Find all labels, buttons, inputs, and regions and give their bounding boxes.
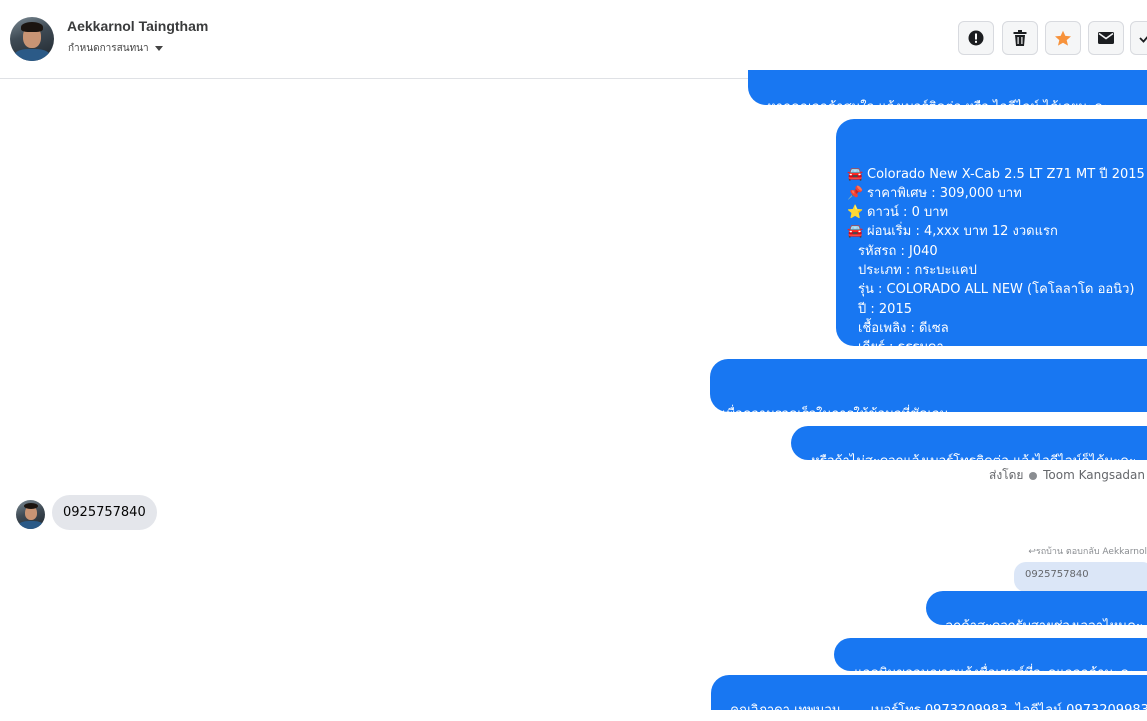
emoji-icon: ⭐ (847, 205, 864, 221)
car-detail-text: เชื้อเพลิง : ดีเซล (858, 320, 949, 336)
incoming-avatar[interactable] (16, 500, 45, 529)
car-detail-text: ผ่อนเริ่ม : 4,xxx บาท 12 งวดแรก (867, 224, 1058, 240)
car-detail-text: รุ่น : COLORADO ALL NEW (โคโลลาโด ออนิว) (858, 282, 1135, 298)
check-icon (1139, 33, 1147, 43)
sender-check-icon (1029, 471, 1038, 480)
contact-avatar[interactable] (10, 17, 54, 61)
emoji-icon: 🚘 (847, 166, 864, 182)
mail-button[interactable] (1088, 21, 1124, 55)
conversation-status-dropdown[interactable]: กำหนดการสนทนา (68, 41, 163, 56)
star-icon (1054, 30, 1072, 47)
car-detail-line: ประเภท : กระบะแคป (847, 261, 1147, 280)
message-text: 0925757840 (63, 505, 146, 520)
sent-by-prefix: ส่งโดย (989, 468, 1024, 482)
car-detail-line: 🚘 Colorado New X-Cab 2.5 LT Z71 MT ปี 201… (847, 165, 1147, 184)
car-detail-line: ⭐ ดาวน์ : 0 บาท (847, 203, 1147, 222)
done-button[interactable] (1130, 21, 1147, 55)
message-bubble-outgoing[interactable]: แอดมินขออนุญาตแจ้งชื่อเซลล์ที่จะดูแลลูกค… (834, 638, 1147, 681)
sales-name: คุณวิภาดา เทพนวน (730, 703, 841, 719)
message-text: ลูกค้าสะดวกรับสายช่วงเวลาไหนคะ (945, 619, 1143, 635)
exclamation-circle-icon (968, 30, 984, 46)
trash-icon (1013, 30, 1027, 46)
message-bubble-incoming[interactable]: 0925757840 (52, 495, 157, 530)
message-bubble-outgoing[interactable]: เพื่อความรวดเร็วในการให้ข้อมูลที่ชัดเจน … (710, 359, 1147, 479)
message-bubble-outgoing[interactable]: หากคุณลูกค้าสนใจ แจ้งเบอร์ติดต่อ หรือ ไอ… (748, 70, 1147, 115)
car-detail-line: เชื้อเพลิง : ดีเซล (847, 319, 1147, 338)
quoted-text: 0925757840 (1025, 569, 1089, 580)
car-detail-text: ปี : 2015 (858, 301, 912, 317)
reply-arrow-icon: ↩ (1028, 547, 1036, 557)
message-bubble-outgoing[interactable]: ลูกค้าสะดวกรับสายช่วงเวลาไหนคะ (926, 591, 1147, 634)
sent-by-name[interactable]: Toom Kangsadan (1043, 468, 1145, 482)
car-detail-text: ราคาพิเศษ : 309,000 บาท (867, 185, 1022, 201)
message-bubble-car-details[interactable]: 🚘 Colorado New X-Cab 2.5 LT Z71 MT ปี 201… (836, 119, 1147, 375)
emoji-icon: 🚘 (847, 224, 864, 240)
car-detail-text: ประเภท : กระบะแคป (858, 263, 977, 279)
car-detail-line: ปี : 2015 (847, 300, 1147, 319)
emoji-icon: 📌 (847, 185, 864, 201)
message-text: หากคุณลูกค้าสนใจ แจ้งเบอร์ติดต่อ หรือ ไอ… (767, 100, 1110, 116)
star-button[interactable] (1045, 21, 1081, 55)
reply-note-text: รถบ้าน ตอบกลับ Aekkarnol (1035, 547, 1147, 557)
message-text-line: เพื่อความรวดเร็วในการให้ข้อมูลที่ชัดเจน (722, 406, 949, 422)
car-detail-text: รหัสรถ : J040 (858, 243, 938, 259)
car-detail-line: รหัสรถ : J040 (847, 242, 1147, 261)
contact-name[interactable]: Aekkarnol Taingtham (67, 18, 208, 34)
car-detail-line: 📌 ราคาพิเศษ : 309,000 บาท (847, 184, 1147, 203)
message-bubble-outgoing[interactable]: คุณวิภาดา เทพนวน เบอร์โทร 0973209983 ไอดี… (711, 675, 1147, 718)
car-details-list: 🚘 Colorado New X-Cab 2.5 LT Z71 MT ปี 201… (847, 165, 1147, 377)
car-detail-text: เกียร์ : ธรรมดา (858, 340, 944, 356)
car-detail-text: Colorado New X-Cab 2.5 LT Z71 MT ปี 2015 (867, 166, 1145, 182)
car-detail-line: 🚘 ผ่อนเริ่ม : 4,xxx บาท 12 งวดแรก (847, 222, 1147, 241)
conversation-header: Aekkarnol Taingtham กำหนดการสนทนา (0, 0, 1147, 79)
caret-down-icon (154, 45, 163, 51)
car-detail-line: เกียร์ : ธรรมดา (847, 338, 1147, 357)
delete-button[interactable] (1002, 21, 1038, 55)
envelope-icon (1098, 32, 1114, 44)
conversation-status-label: กำหนดการสนทนา (68, 43, 149, 54)
report-button[interactable] (958, 21, 994, 55)
sales-contact: เบอร์โทร 0973209983 ไอดีไลน์ 0973209983 (870, 703, 1147, 719)
car-detail-line: รุ่น : COLORADO ALL NEW (โคโลลาโด ออนิว) (847, 280, 1147, 299)
reply-indicator: ↩รถบ้าน ตอบกลับ Aekkarnol (1028, 544, 1147, 558)
message-bubble-outgoing[interactable]: หรือถ้าไม่สะดวกแจ้งเบอร์โทรติดต่อ แจ้งไอ… (791, 426, 1147, 469)
quoted-message[interactable]: 0925757840 (1014, 562, 1147, 592)
car-detail-text: ดาวน์ : 0 บาท (867, 205, 949, 221)
sent-by-label: ส่งโดย Toom Kangsadan (989, 466, 1145, 485)
